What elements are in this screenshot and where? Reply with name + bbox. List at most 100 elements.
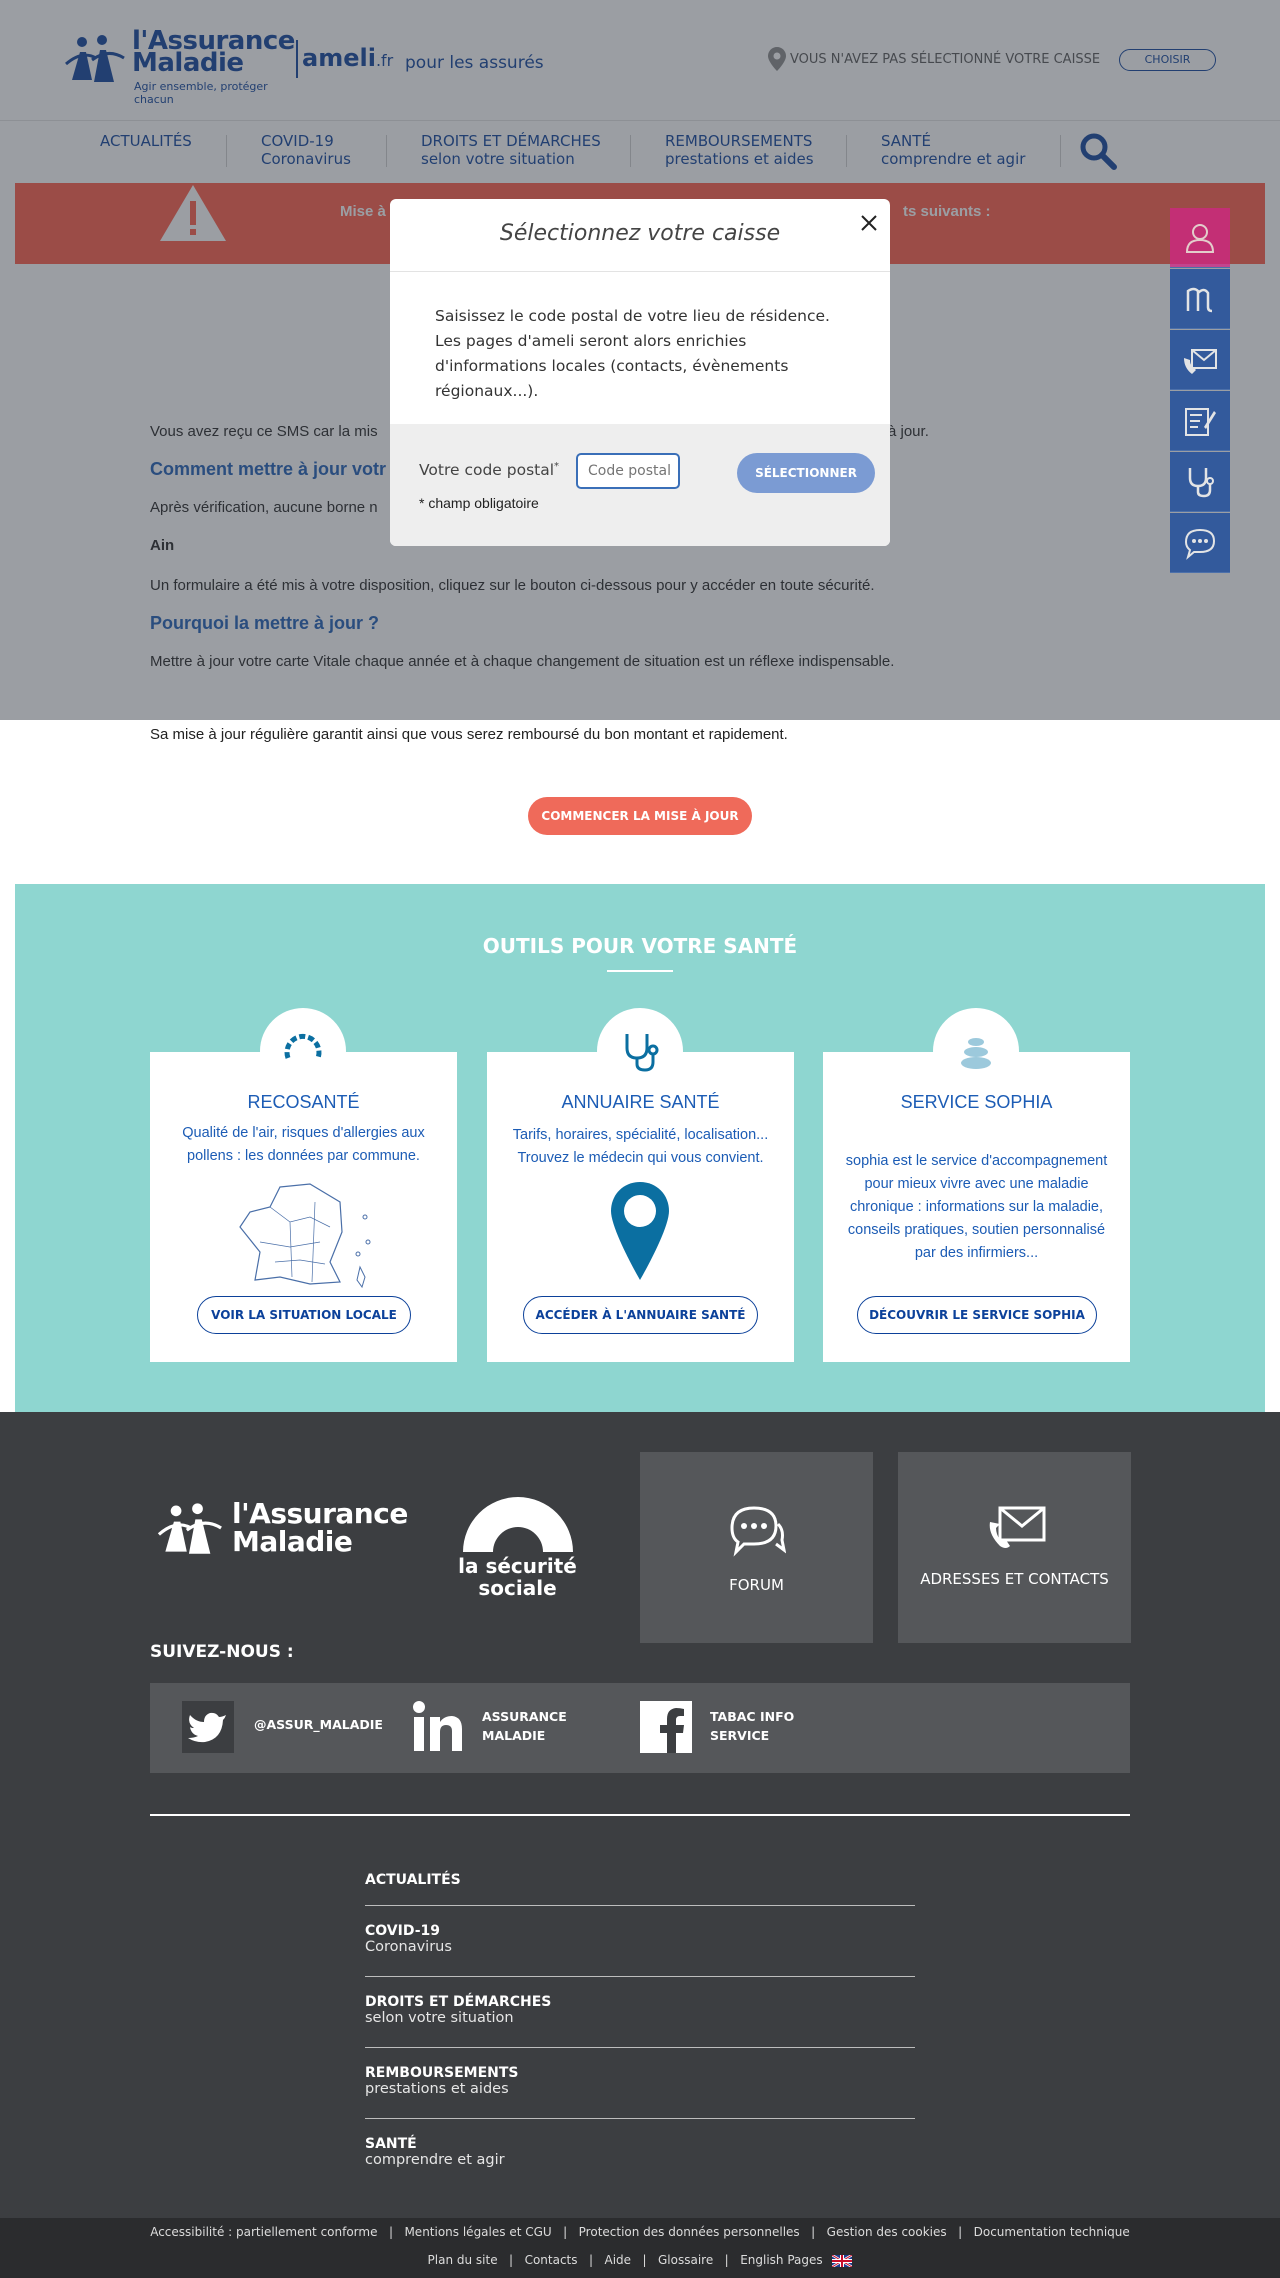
- contacts-footer-link[interactable]: Contacts: [525, 2253, 578, 2267]
- arch-icon: [463, 1497, 573, 1552]
- legal-links-row-2: Plan du site | Contacts | Aide | Glossai…: [0, 2253, 1280, 2267]
- close-icon[interactable]: [859, 213, 879, 233]
- sitemap-link[interactable]: Plan du site: [428, 2253, 498, 2267]
- title-underline: [607, 970, 673, 972]
- sidebar-chat-button[interactable]: [1170, 513, 1230, 573]
- footer-nav-divider: [365, 1976, 915, 1977]
- footer-nav-divider: [365, 2118, 915, 2119]
- france-map-icon: [239, 1183, 371, 1289]
- sidebar-forms-button[interactable]: [1170, 391, 1230, 451]
- tool-card-annuaire: ANNUAIRE SANTÉ Tarifs, horaires, spécial…: [487, 1008, 794, 1362]
- linkedin-label: ASSURANCE MALADIE: [482, 1709, 567, 1743]
- legal-notice-link[interactable]: Mentions légales et CGU: [404, 2225, 551, 2239]
- facebook-icon: [640, 1701, 692, 1753]
- phone-mail-icon: [1184, 349, 1217, 374]
- privacy-link[interactable]: Protection des données personnelles: [579, 2225, 800, 2239]
- logo-figures-icon: [157, 1503, 222, 1554]
- contacts-label: ADRESSES ET CONTACTS: [920, 1570, 1109, 1588]
- footer-nav-sante[interactable]: SANTÉ comprendre et agir: [365, 2136, 915, 2168]
- footer-nav-remboursements[interactable]: REMBOURSEMENTS prestations et aides: [365, 2065, 915, 2097]
- card-description: Tarifs, horaires, spécialité, localisati…: [512, 1127, 769, 1166]
- chat-icon: [730, 1506, 786, 1557]
- twitter-handle: @ASSUR_MALADIE: [254, 1717, 383, 1732]
- tool-card-sophia: SERVICE SOPHIA sophia est le service d'a…: [823, 1008, 1130, 1362]
- chat-icon: [1184, 528, 1216, 560]
- tool-card-recosante: RECOSANTÉ Qualité de l'air, risques d'al…: [150, 1008, 457, 1362]
- forum-link[interactable]: FORUM: [640, 1452, 873, 1643]
- sidebar-health-button[interactable]: [1170, 452, 1230, 512]
- stones-icon: [961, 1038, 991, 1069]
- required-field-note: * champ obligatoire: [419, 495, 539, 511]
- twitter-icon: [182, 1701, 234, 1753]
- health-tools-section: OUTILS POUR VOTRE SANTÉ RECOSANTÉ Qualit…: [15, 884, 1265, 1412]
- link-separator: |: [381, 2225, 401, 2239]
- glossary-link[interactable]: Glossaire: [658, 2253, 713, 2267]
- english-pages-link[interactable]: English Pages: [740, 2253, 822, 2267]
- link-separator: |: [634, 2253, 655, 2267]
- select-caisse-modal: Sélectionnez votre caisse Saisissez le c…: [390, 199, 890, 546]
- card-title: RECOSANTÉ: [247, 1092, 360, 1112]
- link-separator: |: [717, 2253, 737, 2267]
- card-description: sophia est le service d'accompagnement p…: [845, 1153, 1108, 1261]
- twitter-link[interactable]: @ASSUR_MALADIE: [182, 1701, 412, 1755]
- discover-sophia-button[interactable]: DÉCOUVRIR LE SERVICE SOPHIA: [857, 1296, 1097, 1334]
- card-icon-circle: [933, 1008, 1019, 1094]
- start-update-button[interactable]: COMMENCER LA MISE À JOUR: [528, 797, 752, 835]
- card-description: Qualité de l'air, risques d'allergies au…: [182, 1125, 425, 1164]
- card-icon-circle: [260, 1008, 346, 1094]
- cookies-link[interactable]: Gestion des cookies: [827, 2225, 947, 2239]
- gauge-icon: [284, 1034, 322, 1059]
- section-title: OUTILS POUR VOTRE SANTÉ: [482, 934, 798, 958]
- forum-label: FORUM: [729, 1576, 784, 1594]
- sidebar-contact-button[interactable]: [1170, 330, 1230, 390]
- modal-divider: [390, 271, 890, 272]
- modal-title: Sélectionnez votre caisse: [499, 221, 781, 246]
- postal-code-label: Votre code postal*: [419, 461, 560, 480]
- postal-code-form: Votre code postal* SÉLECTIONNER * champ …: [390, 424, 890, 546]
- card-title: ANNUAIRE SANTÉ: [561, 1092, 720, 1112]
- stethoscope-icon: [625, 1034, 659, 1072]
- contacts-link[interactable]: ADRESSES ET CONTACTS: [898, 1452, 1131, 1643]
- sidebar-account-button[interactable]: [1170, 208, 1230, 268]
- ameli-m-icon: [1186, 287, 1213, 313]
- accessibility-link[interactable]: Accessibilité : partiellement conforme: [150, 2225, 377, 2239]
- help-link[interactable]: Aide: [604, 2253, 631, 2267]
- map-pin-icon: [611, 1182, 669, 1280]
- footer-divider: [150, 1814, 1130, 1816]
- footer-nav-droits[interactable]: DROITS ET DÉMARCHES selon votre situatio…: [365, 1994, 915, 2026]
- footer-nav-actualites[interactable]: ACTUALITÉS: [365, 1872, 915, 1888]
- linkedin-icon: [413, 1701, 462, 1751]
- view-local-situation-button[interactable]: VOIR LA SITUATION LOCALE: [197, 1296, 411, 1334]
- user-icon: [1185, 224, 1215, 253]
- card-icon-circle: [597, 1008, 683, 1094]
- card-title: SERVICE SOPHIA: [900, 1092, 1053, 1112]
- tech-docs-link[interactable]: Documentation technique: [974, 2225, 1130, 2239]
- stethoscope-icon: [1188, 468, 1214, 498]
- access-directory-button[interactable]: ACCÉDER À L'ANNUAIRE SANTÉ: [523, 1296, 758, 1334]
- linkedin-link[interactable]: ASSURANCE MALADIE: [412, 1701, 592, 1755]
- facebook-link[interactable]: TABAC INFO SERVICE: [640, 1701, 820, 1755]
- securite-sociale-logo[interactable]: la sécurité sociale: [455, 1497, 580, 1607]
- legal-links-row-1: Accessibilité : partiellement conforme |…: [0, 2225, 1280, 2239]
- modal-description: Saisissez le code postal de votre lieu d…: [435, 307, 830, 400]
- link-separator: |: [555, 2225, 575, 2239]
- content-paragraph: Sa mise à jour régulière garantit ainsi …: [150, 726, 788, 743]
- footer-nav-divider: [365, 2047, 915, 2048]
- footer-nav-divider: [365, 1905, 915, 1906]
- legal-links-bar: Accessibilité : partiellement conforme |…: [0, 2218, 1280, 2278]
- link-separator: |: [581, 2253, 601, 2267]
- sidebar-ameli-button[interactable]: [1170, 269, 1230, 329]
- footer-assurance-logo[interactable]: l'Assurance Maladie: [150, 1494, 408, 1564]
- form-edit-icon: [1185, 408, 1216, 436]
- site-footer: l'Assurance Maladie la sécurité sociale …: [0, 1412, 1280, 2218]
- follow-us-heading: SUIVEZ-NOUS :: [150, 1642, 294, 1662]
- tabac-info-label: TABAC INFO SERVICE: [710, 1709, 795, 1743]
- postal-code-input[interactable]: [576, 453, 680, 489]
- footer-nav-covid[interactable]: COVID-19 Coronavirus: [365, 1923, 915, 1955]
- phone-mail-icon: [989, 1506, 1046, 1548]
- link-separator: |: [501, 2253, 521, 2267]
- uk-flag-icon: [832, 2254, 853, 2267]
- quick-access-sidebar: [1170, 208, 1230, 573]
- link-separator: |: [803, 2225, 823, 2239]
- select-button[interactable]: SÉLECTIONNER: [737, 453, 875, 493]
